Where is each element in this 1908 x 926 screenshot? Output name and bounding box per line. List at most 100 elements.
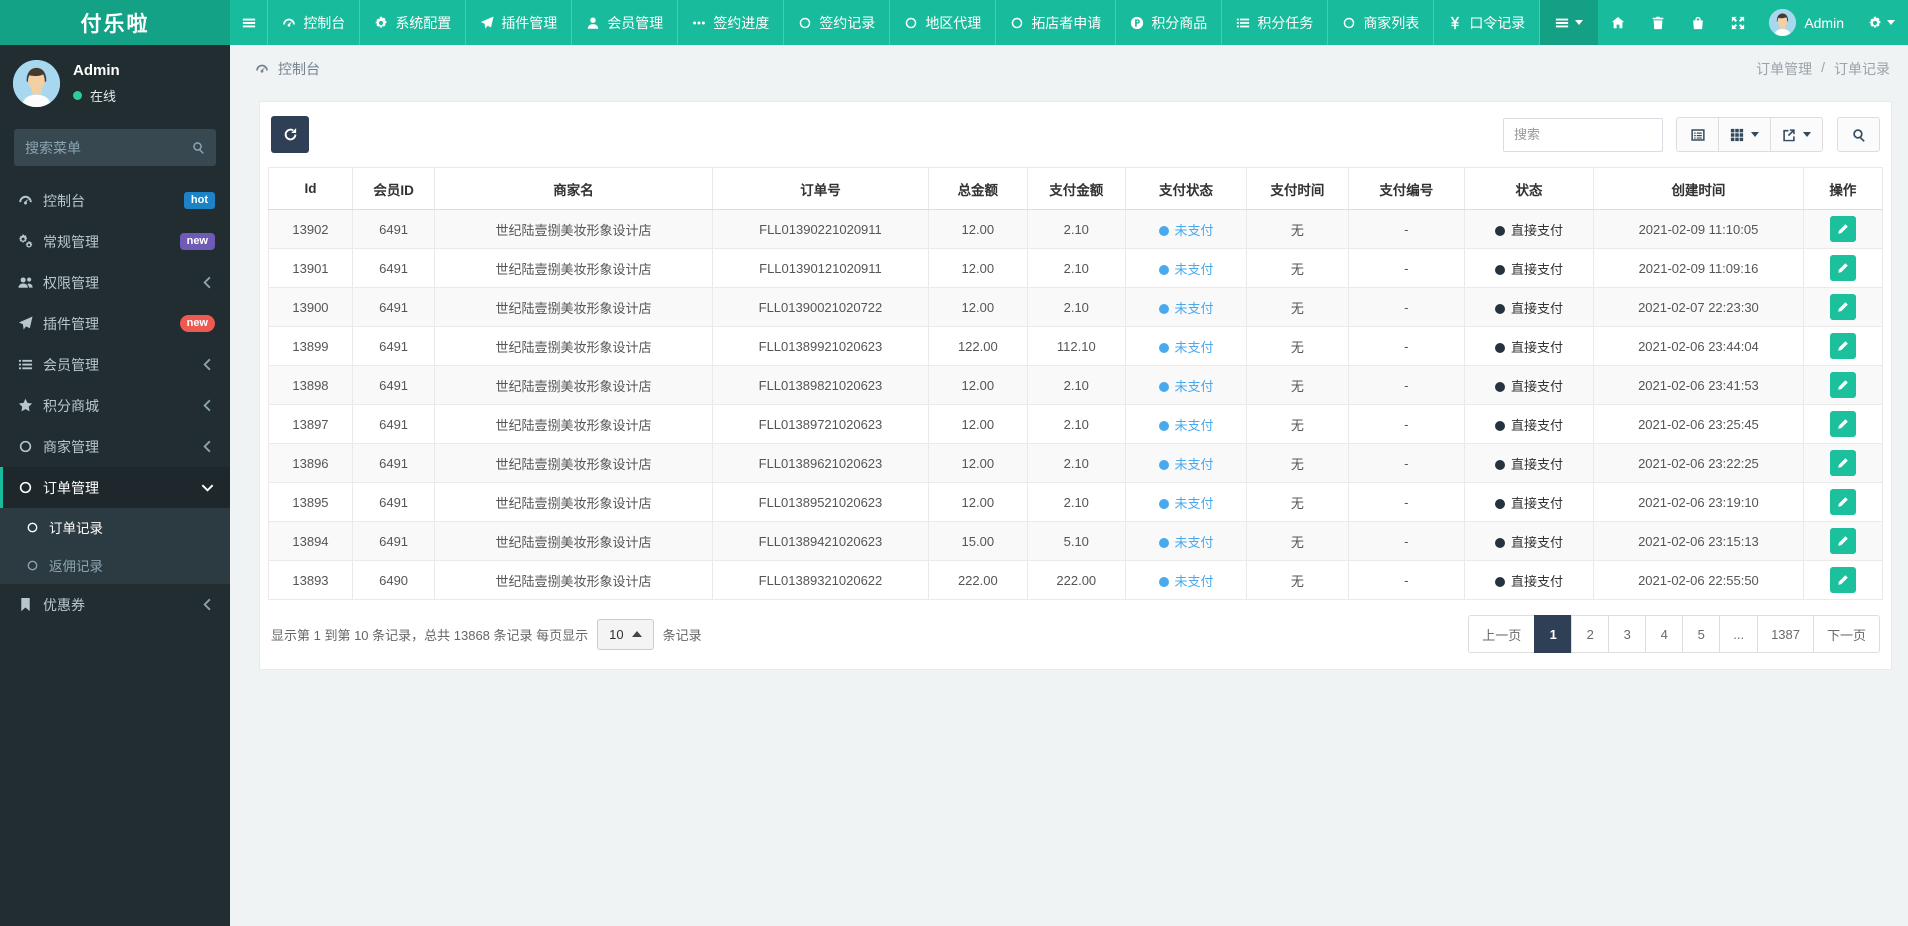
cell-total: 12.00 xyxy=(928,209,1028,249)
avatar xyxy=(1769,9,1797,36)
edit-button[interactable] xyxy=(1829,411,1856,437)
grid-icon xyxy=(1730,128,1744,142)
edit-button[interactable] xyxy=(1829,489,1856,515)
nav-item-拓店者申请[interactable]: 拓店者申请 xyxy=(996,0,1117,45)
refresh-button[interactable] xyxy=(271,116,309,153)
nav-item-label: 积分商品 xyxy=(1151,14,1208,31)
sidebar-subitem-返佣记录[interactable]: 返佣记录 xyxy=(0,546,230,584)
cell-id: 13902 xyxy=(268,209,353,249)
sidebar-item-优惠券[interactable]: 优惠券 xyxy=(0,584,230,625)
users-icon xyxy=(18,275,33,290)
sidebar-search-input[interactable] xyxy=(25,139,192,156)
chevron-left-icon xyxy=(200,439,215,454)
navbar-right: Admin xyxy=(1540,0,1908,45)
search-button[interactable] xyxy=(1837,117,1880,152)
cell-created: 2021-02-06 23:25:45 xyxy=(1593,404,1804,444)
edit-button[interactable] xyxy=(1829,450,1856,476)
clear-cache-button[interactable] xyxy=(1638,0,1678,45)
cell-actions xyxy=(1802,521,1884,561)
sidebar-subitem-订单记录[interactable]: 订单记录 xyxy=(0,508,230,546)
nav-item-口令记录[interactable]: 口令记录 xyxy=(1434,0,1541,45)
brand-logo[interactable]: 付乐啦 xyxy=(0,0,230,45)
main-content: 控制台 订单管理 / 订单记录 搜索 Id 会员ID 商家名 订单号 总金额 支… xyxy=(230,45,1908,926)
cell-created: 2021-02-09 11:09:16 xyxy=(1593,248,1804,288)
page-size-select[interactable]: 10 xyxy=(597,618,654,650)
page-button-5[interactable]: 5 xyxy=(1682,615,1721,653)
home-button[interactable] xyxy=(1598,0,1638,45)
page-button-4[interactable]: 4 xyxy=(1645,615,1684,653)
cell-actions xyxy=(1802,443,1884,483)
sidebar-menu: 控制台 hot 常规管理 new 权限管理 插件管理 new 会员管理 积分商城商家管理订单管理… xyxy=(0,180,230,625)
fullscreen-button[interactable] xyxy=(1718,0,1758,45)
table-row: 13901 6491 世纪陆壹捌美妆形象设计店 FLL01390121020911 12… xyxy=(268,248,1884,288)
cell-member-id: 6491 xyxy=(351,521,436,561)
hamburger-icon xyxy=(1555,16,1569,30)
cell-merchant: 世纪陆壹捌美妆形象设计店 xyxy=(434,404,713,444)
sidebar-toggle-button[interactable] xyxy=(230,0,269,45)
page-button-1387[interactable]: 1387 xyxy=(1757,615,1814,653)
chevron-left-icon xyxy=(200,398,215,413)
nav-item-商家列表[interactable]: 商家列表 xyxy=(1328,0,1435,45)
sidebar-item-商家管理[interactable]: 商家管理 xyxy=(0,426,230,467)
nav-item-积分任务[interactable]: 积分任务 xyxy=(1222,0,1329,45)
cell-order-no: FLL01389821020623 xyxy=(711,365,930,405)
records-summary-suffix: 条记录 xyxy=(662,627,702,643)
nav-item-积分商品[interactable]: 积分商品 xyxy=(1116,0,1223,45)
page-button-上一页[interactable]: 上一页 xyxy=(1468,615,1536,653)
sidebar-item-订单管理[interactable]: 订单管理 xyxy=(0,467,230,508)
cell-paid: 2.10 xyxy=(1026,443,1127,483)
cell-status: 直接支付 xyxy=(1463,443,1595,483)
nav-item-签约记录[interactable]: 签约记录 xyxy=(784,0,891,45)
cell-paid: 2.10 xyxy=(1026,404,1127,444)
cell-pay-no: - xyxy=(1347,248,1465,288)
circle-icon xyxy=(904,16,918,30)
shopping-bag-icon xyxy=(1691,16,1705,30)
cell-order-no: FLL01390121020911 xyxy=(711,248,930,288)
search-icon[interactable] xyxy=(192,141,205,154)
cell-id: 13899 xyxy=(268,326,353,366)
sidebar-item-插件管理[interactable]: 插件管理 new xyxy=(0,303,230,344)
edit-button[interactable] xyxy=(1829,216,1856,242)
nav-item-签约进度[interactable]: 签约进度 xyxy=(678,0,785,45)
settings-dropdown-button[interactable] xyxy=(1855,0,1908,45)
sidebar-item-label: 商家管理 xyxy=(43,438,99,455)
sidebar-item-常规管理[interactable]: 常规管理 new xyxy=(0,221,230,262)
nav-item-地区代理[interactable]: 地区代理 xyxy=(890,0,997,45)
table-search-input[interactable] xyxy=(1503,117,1663,152)
dashboard-icon xyxy=(18,193,33,208)
sidebar-item-权限管理[interactable]: 权限管理 xyxy=(0,262,230,303)
cell-merchant: 世纪陆壹捌美妆形象设计店 xyxy=(434,248,713,288)
breadcrumb[interactable]: 控制台 xyxy=(255,59,320,79)
edit-button[interactable] xyxy=(1829,528,1856,554)
sidebar-item-积分商城[interactable]: 积分商城 xyxy=(0,385,230,426)
nav-item-控制台[interactable]: 控制台 xyxy=(268,0,361,45)
status-dot-icon xyxy=(1494,342,1505,353)
edit-button[interactable] xyxy=(1829,294,1856,320)
edit-button[interactable] xyxy=(1829,567,1856,593)
edit-button[interactable] xyxy=(1829,333,1856,359)
edit-button[interactable] xyxy=(1829,372,1856,398)
columns-toggle-button[interactable] xyxy=(1718,117,1771,152)
page-button-3[interactable]: 3 xyxy=(1608,615,1647,653)
nav-item-label: 签约进度 xyxy=(713,14,770,31)
store-button[interactable] xyxy=(1678,0,1718,45)
edit-button[interactable] xyxy=(1829,255,1856,281)
cell-total: 12.00 xyxy=(928,404,1028,444)
sidebar-item-会员管理[interactable]: 会员管理 xyxy=(0,344,230,385)
navbar-user-menu[interactable]: Admin xyxy=(1758,0,1855,45)
col-header-商家名: 商家名 xyxy=(434,167,713,210)
sidebar-item-控制台[interactable]: 控制台 hot xyxy=(0,180,230,221)
nav-item-插件管理[interactable]: 插件管理 xyxy=(466,0,573,45)
nav-item-系统配置[interactable]: 系统配置 xyxy=(360,0,467,45)
status-dot-icon xyxy=(1494,498,1505,509)
page-button-2[interactable]: 2 xyxy=(1571,615,1610,653)
page-button-下一页[interactable]: 下一页 xyxy=(1812,615,1880,653)
nav-menu-dropdown-button[interactable] xyxy=(1540,0,1599,45)
sidebar-search xyxy=(14,129,216,166)
nav-item-会员管理[interactable]: 会员管理 xyxy=(572,0,679,45)
detail-view-button[interactable] xyxy=(1676,117,1719,152)
page-button-1[interactable]: 1 xyxy=(1534,615,1573,653)
export-button[interactable] xyxy=(1770,117,1823,152)
breadcrumb-current: 订单记录 xyxy=(1834,61,1890,77)
pencil-icon xyxy=(1837,457,1849,469)
